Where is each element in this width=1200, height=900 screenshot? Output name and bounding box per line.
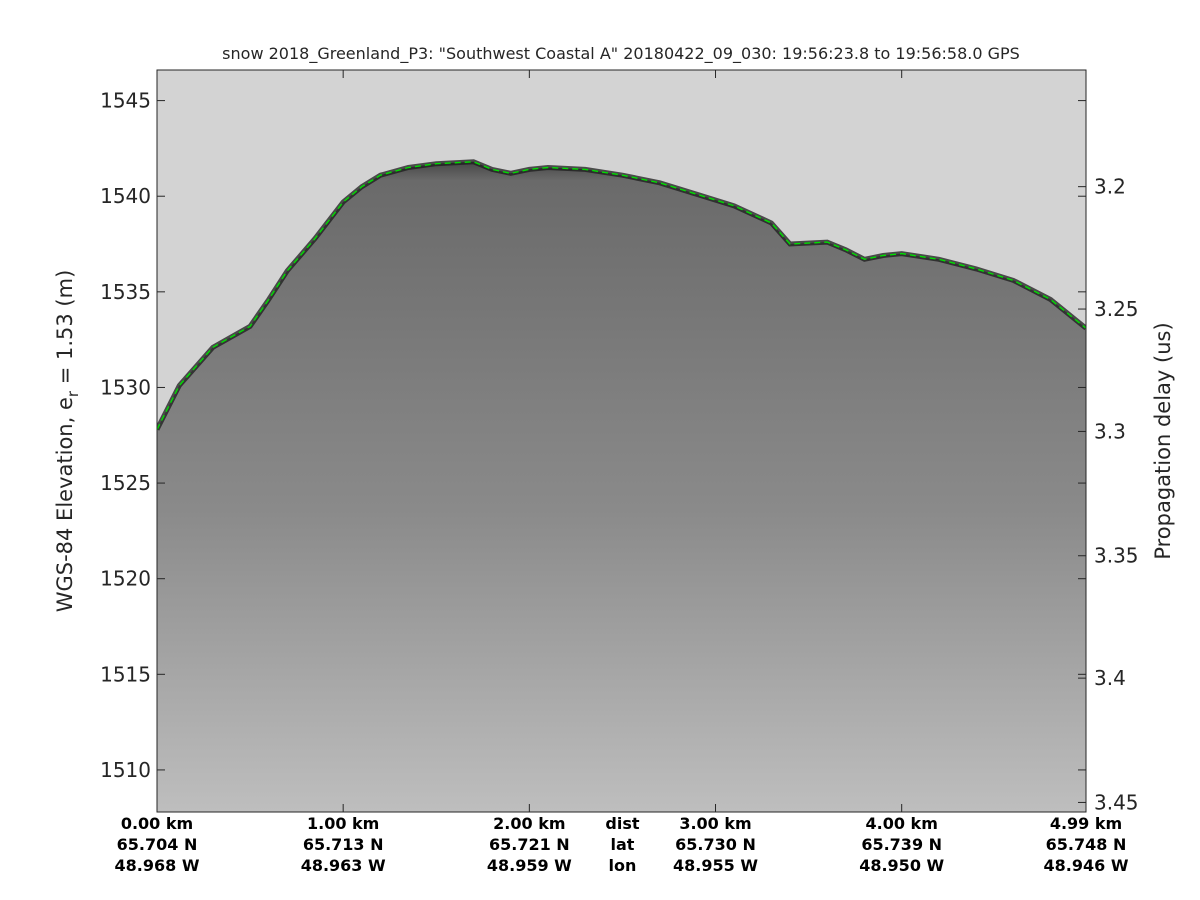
echogram-chart: snow 2018_Greenland_P3: "Southwest Coast… (53, 44, 1175, 875)
x-row-label: 0.00 km (121, 814, 193, 833)
x-row-label: 3.00 km (679, 814, 751, 833)
x-row-label: 48.955 W (673, 856, 758, 875)
y-tick-label: 1540 (100, 184, 151, 208)
y2-tick-label: 3.25 (1094, 297, 1139, 321)
y-tick-label: 1515 (100, 662, 151, 686)
y-axis-label-tail: = 1.53 (m) (53, 270, 77, 391)
y-tick-label: 1510 (100, 758, 151, 782)
x-row-label: 65.730 N (675, 835, 756, 854)
y2-tick-label: 3.45 (1094, 790, 1139, 814)
x-row-label: 65.739 N (861, 835, 942, 854)
y2-tick-label: 3.4 (1094, 666, 1126, 690)
y-axis-label: WGS-84 Elevation, er = 1.53 (m) (53, 270, 82, 613)
x-row-name: lat (610, 835, 634, 854)
x-row-name: dist (605, 814, 639, 833)
x-row-label: 4.99 km (1050, 814, 1122, 833)
y-tick-label: 1545 (100, 89, 151, 113)
x-row-label: 48.963 W (301, 856, 386, 875)
y-tick-label: 1530 (100, 375, 151, 399)
x-row-label: 65.721 N (489, 835, 570, 854)
x-row-label: 65.704 N (117, 835, 198, 854)
y-axis-label-main: WGS-84 Elevation, e (53, 397, 77, 612)
x-row-label: 48.946 W (1044, 856, 1129, 875)
plot-area (156, 69, 1087, 813)
x-row-label: 65.748 N (1046, 835, 1127, 854)
x-row-label: 2.00 km (493, 814, 565, 833)
x-row-name: lon (608, 856, 636, 875)
y-tick-label: 1535 (100, 280, 151, 304)
x-row-label: 48.950 W (859, 856, 944, 875)
right-axis: 3.2 3.25 3.3 3.35 3.4 3.45 (1078, 175, 1139, 814)
x-row-label: 4.00 km (866, 814, 938, 833)
y2-tick-label: 3.2 (1094, 175, 1126, 199)
y2-tick-label: 3.35 (1094, 544, 1139, 568)
y-tick-label: 1525 (100, 471, 151, 495)
chart-title: snow 2018_Greenland_P3: "Southwest Coast… (222, 44, 1020, 64)
x-row-label: 48.968 W (115, 856, 200, 875)
x-row-label: 1.00 km (307, 814, 379, 833)
x-row-label: 48.959 W (487, 856, 572, 875)
x-row-label: 65.713 N (303, 835, 384, 854)
y2-axis-label: Propagation delay (us) (1151, 322, 1175, 559)
y-tick-label: 1520 (100, 567, 151, 591)
y2-tick-label: 3.3 (1094, 419, 1126, 443)
